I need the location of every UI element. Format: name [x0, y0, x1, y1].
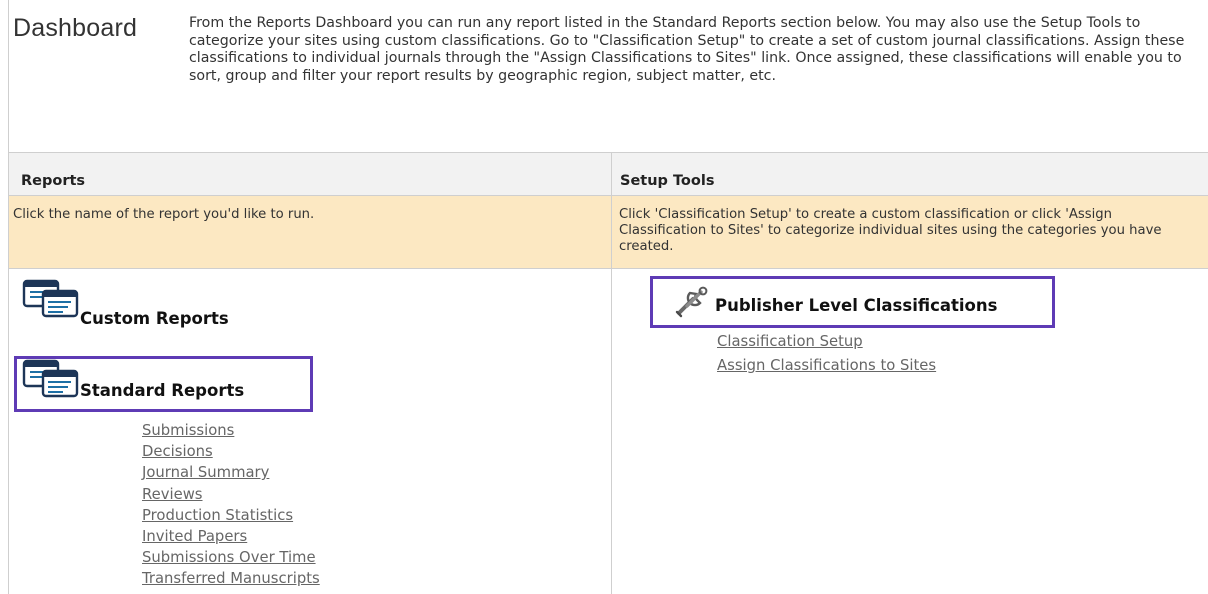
report-link-submissions-over-time[interactable]: Submissions Over Time: [142, 547, 320, 568]
report-link-reviews[interactable]: Reviews: [142, 484, 320, 505]
setup-tools-column: Setup Tools Click 'Classification Setup'…: [612, 152, 1208, 594]
dashboard-header: Dashboard From the Reports Dashboard you…: [8, 0, 1208, 152]
report-link-submissions[interactable]: Submissions: [142, 420, 320, 441]
report-icon: [22, 359, 79, 398]
dashboard-table: Reports Click the name of the report you…: [8, 152, 1208, 594]
standard-reports-title[interactable]: Standard Reports: [80, 381, 244, 400]
report-link-journal-summary[interactable]: Journal Summary: [142, 462, 320, 483]
reports-column: Reports Click the name of the report you…: [9, 152, 612, 594]
publisher-classifications-title[interactable]: Publisher Level Classifications: [715, 296, 997, 315]
report-icon: [22, 279, 79, 318]
wrench-icon: [675, 286, 708, 318]
classification-setup-link[interactable]: Classification Setup: [717, 330, 936, 354]
setup-tools-heading: Setup Tools: [612, 152, 1208, 196]
assign-classifications-link[interactable]: Assign Classifications to Sites: [717, 354, 936, 378]
custom-reports-title[interactable]: Custom Reports: [80, 309, 229, 328]
page-title: Dashboard: [13, 14, 138, 42]
setup-tools-description: Click 'Classification Setup' to create a…: [612, 196, 1208, 269]
dashboard-intro-text: From the Reports Dashboard you can run a…: [189, 15, 1185, 84]
report-link-production-statistics[interactable]: Production Statistics: [142, 505, 320, 526]
report-link-invited-papers[interactable]: Invited Papers: [142, 526, 320, 547]
reports-heading: Reports: [9, 152, 611, 196]
standard-reports-list: Submissions Decisions Journal Summary Re…: [142, 420, 320, 590]
setup-tools-list: Classification Setup Assign Classificati…: [717, 330, 936, 378]
report-link-transferred-manuscripts[interactable]: Transferred Manuscripts: [142, 568, 320, 589]
report-link-decisions[interactable]: Decisions: [142, 441, 320, 462]
reports-description: Click the name of the report you'd like …: [9, 196, 611, 269]
